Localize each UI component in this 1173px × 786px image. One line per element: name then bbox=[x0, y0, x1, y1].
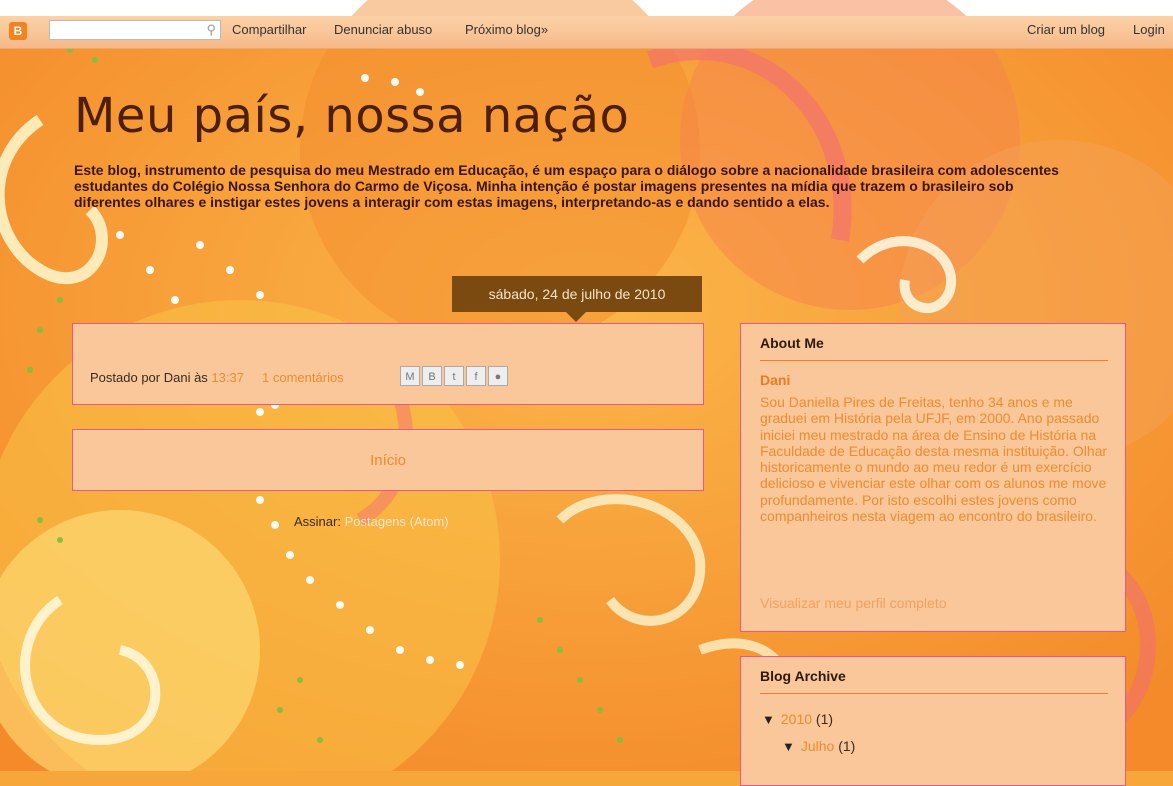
post-time-link[interactable]: 13:37 bbox=[211, 370, 244, 385]
about-me-title: About Me bbox=[760, 335, 824, 351]
toggle-expand-icon[interactable]: ▼ bbox=[782, 739, 795, 754]
blogger-logo-icon[interactable]: B bbox=[9, 22, 27, 40]
author-bio: Sou Daniella Pires de Freitas, tenho 34 … bbox=[760, 394, 1108, 525]
post-panel bbox=[72, 323, 704, 405]
date-header-pointer bbox=[566, 312, 586, 322]
archive-year-count: (1) bbox=[815, 711, 834, 727]
subscribe-label: Assinar: bbox=[294, 514, 341, 529]
author-name-link[interactable]: Dani bbox=[760, 372, 790, 388]
archive-month-link[interactable]: Julho bbox=[801, 738, 834, 754]
login-link[interactable]: Login bbox=[1133, 22, 1165, 37]
blog-archive-title: Blog Archive bbox=[760, 668, 846, 684]
next-blog-link[interactable]: Próximo blog» bbox=[465, 22, 548, 37]
posted-by-label: Postado por Dani às bbox=[90, 370, 208, 385]
create-blog-link[interactable]: Criar um blog bbox=[1027, 22, 1105, 37]
blog-description: Este blog, instrumento de pesquisa do me… bbox=[74, 162, 1059, 210]
post-footer: Postado por Dani às 13:37 1 comentários bbox=[90, 370, 344, 385]
about-me-divider bbox=[760, 360, 1108, 361]
buzz-icon[interactable]: ● bbox=[488, 366, 508, 386]
share-buttons: M B t f ● bbox=[400, 366, 510, 386]
archive-year-item: ▼ 2010 (1) bbox=[762, 711, 833, 727]
comments-link[interactable]: 1 comentários bbox=[262, 370, 344, 385]
home-link[interactable]: Início bbox=[72, 452, 704, 469]
facebook-icon[interactable]: f bbox=[466, 366, 486, 386]
post-date-header: sábado, 24 de julho de 2010 bbox=[452, 276, 702, 312]
share-link[interactable]: Compartilhar bbox=[232, 22, 306, 37]
blog-title[interactable]: Meu país, nossa nação bbox=[74, 88, 629, 144]
twitter-icon[interactable]: t bbox=[444, 366, 464, 386]
atom-feed-link[interactable]: Postagens (Atom) bbox=[345, 514, 449, 529]
subscribe-feed: Assinar: Postagens (Atom) bbox=[294, 514, 449, 529]
archive-month-item: ▼ Julho (1) bbox=[782, 738, 855, 754]
toggle-expand-icon[interactable]: ▼ bbox=[762, 712, 775, 727]
navbar-search-input[interactable]: ⚲ bbox=[49, 20, 221, 40]
search-icon[interactable]: ⚲ bbox=[206, 22, 216, 38]
archive-year-link[interactable]: 2010 bbox=[781, 711, 812, 727]
email-icon[interactable]: M bbox=[400, 366, 420, 386]
archive-month-count: (1) bbox=[838, 738, 856, 754]
blogger-icon[interactable]: B bbox=[422, 366, 442, 386]
view-profile-link[interactable]: Visualizar meu perfil completo bbox=[760, 595, 947, 611]
report-abuse-link[interactable]: Denunciar abuso bbox=[334, 22, 432, 37]
blog-archive-divider bbox=[760, 693, 1108, 694]
